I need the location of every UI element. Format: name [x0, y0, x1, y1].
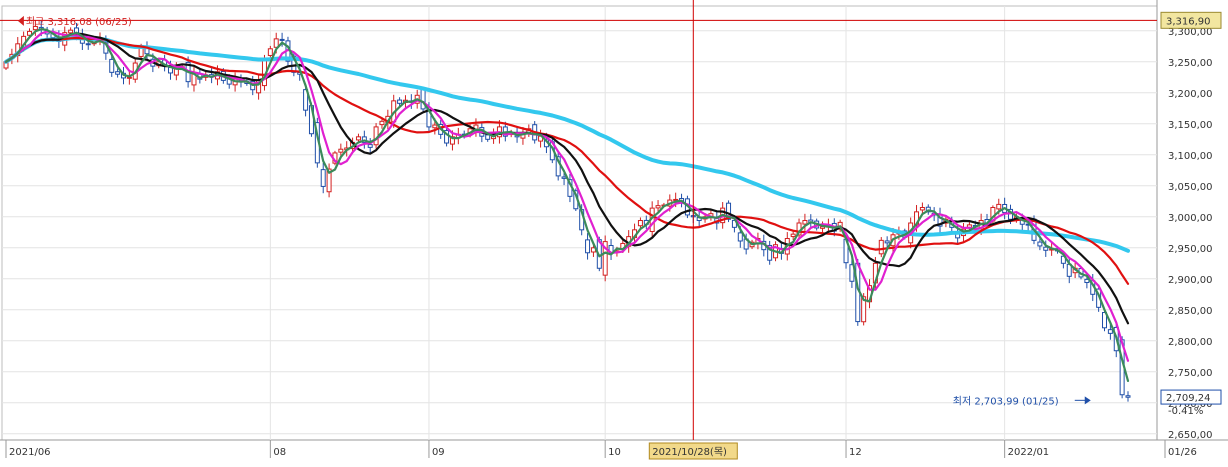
candle-body[interactable]	[320, 169, 326, 187]
y-tick-label: 3,000,00	[1168, 213, 1213, 224]
stock-chart[interactable]: 3,300,00 3,250,00 3,200,00 3,150,00 3,100,00…	[0, 0, 1228, 463]
x-tick-label: 08	[273, 447, 286, 458]
candle-body[interactable]	[919, 207, 925, 211]
candle-body[interactable]	[355, 136, 361, 141]
candle-body[interactable]	[561, 176, 567, 179]
candle-body[interactable]	[420, 88, 426, 110]
candle-body[interactable]	[432, 124, 438, 129]
y-tick-label: 3,100,00	[1168, 151, 1213, 162]
candle-body[interactable]	[737, 232, 743, 242]
y-tick-label: 3,250,00	[1168, 58, 1213, 69]
candle-body[interactable]	[279, 38, 285, 41]
candle-body[interactable]	[655, 205, 661, 209]
candle-body[interactable]	[802, 220, 808, 225]
last-price-label: 2,709,24	[1166, 393, 1211, 404]
candle-body[interactable]	[1043, 246, 1049, 251]
current-price-label: 3,316,90	[1166, 16, 1211, 27]
y-tick-label: 3,050,00	[1168, 182, 1213, 193]
candle-body[interactable]	[884, 240, 890, 244]
candle-body[interactable]	[996, 203, 1002, 210]
chart-svg[interactable]: 3,300,003,250,003,200,003,150,003,100,00…	[0, 0, 1228, 463]
y-tick-label: 3,150,00	[1168, 120, 1213, 131]
y-tick-label: 2,800,00	[1168, 337, 1213, 348]
y-tick-label: 2,950,00	[1168, 244, 1213, 255]
candle-body[interactable]	[878, 239, 884, 255]
y-tick-label: 2,650,00	[1168, 430, 1213, 441]
candle-body[interactable]	[397, 99, 403, 104]
candle-body[interactable]	[85, 43, 91, 46]
candle-body[interactable]	[790, 233, 796, 238]
y-tick-label: 2,850,00	[1168, 306, 1213, 317]
candle-body[interactable]	[1125, 395, 1131, 398]
x-tick-label: 2021/06	[9, 447, 51, 458]
candle-body[interactable]	[138, 47, 144, 57]
low-annotation-label: 최저 2,703,99 (01/25)	[953, 395, 1059, 407]
candle-body[interactable]	[68, 29, 74, 34]
x-tick-label: 09	[432, 447, 445, 458]
last-change-label: -0.41%	[1168, 406, 1203, 417]
candle-body[interactable]	[637, 220, 643, 227]
candle-body[interactable]	[379, 120, 385, 126]
candle-body[interactable]	[367, 144, 373, 148]
crosshair-date-label: 2021/10/28(목)	[652, 446, 727, 458]
candle-body[interactable]	[338, 148, 344, 153]
candle-body[interactable]	[115, 71, 121, 75]
x-tick-label: 2022/01	[1008, 447, 1050, 458]
candle-body[interactable]	[109, 58, 115, 73]
y-tick-label: 2,900,00	[1168, 275, 1213, 286]
x-tick-label: 12	[849, 447, 862, 458]
candle-body[interactable]	[1107, 329, 1113, 334]
x-tick-label: 10	[608, 447, 621, 458]
y-tick-label: 3,200,00	[1168, 89, 1213, 100]
candle-body[interactable]	[1037, 241, 1043, 247]
y-tick-label: 2,750,00	[1168, 368, 1213, 379]
candle-body[interactable]	[267, 48, 273, 56]
x-tick-label: 01/26	[1168, 447, 1197, 458]
high-annotation-label: 최고 3,316,08 (06/25)	[26, 16, 132, 28]
candle-body[interactable]	[585, 239, 591, 254]
candle-body[interactable]	[485, 134, 491, 140]
